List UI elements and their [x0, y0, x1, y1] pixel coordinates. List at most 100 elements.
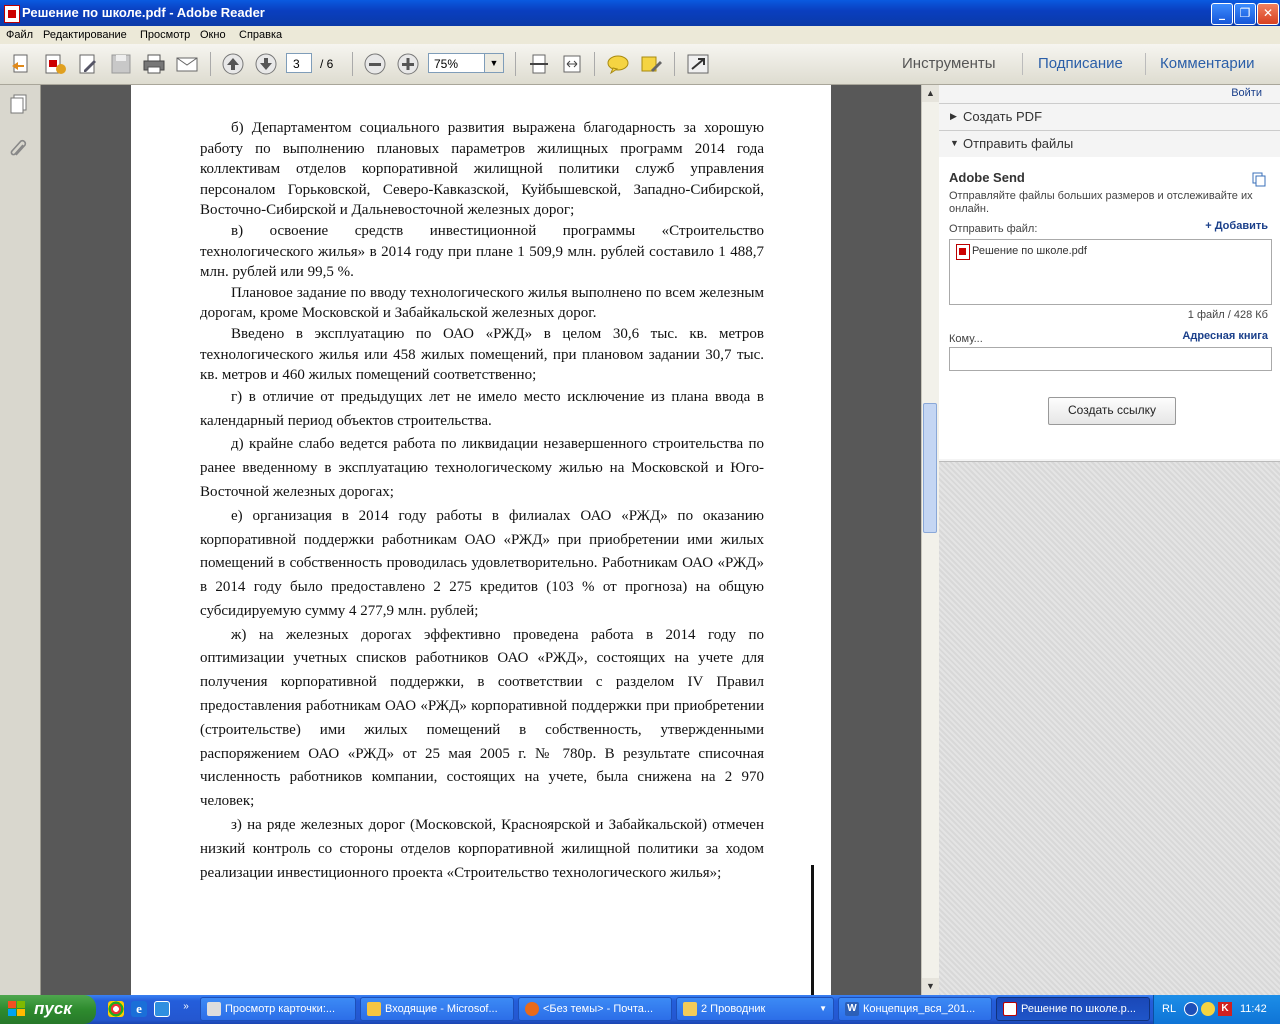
zoom-in-icon[interactable] [396, 52, 420, 76]
system-tray: RL K 11:42 [1153, 995, 1280, 1024]
clock[interactable]: 11:42 [1240, 1003, 1267, 1015]
minimize-button[interactable]: _ [1211, 3, 1233, 25]
zoom-out-icon[interactable] [363, 52, 387, 76]
taskbar-item[interactable]: 2 Проводник ▼ [676, 997, 834, 1021]
menu-bar: Файл Редактирование Просмотр Окно Справк… [0, 26, 1280, 44]
add-file-link[interactable]: + Добавить [1205, 220, 1268, 232]
menu-view[interactable]: Просмотр [140, 29, 190, 41]
file-list[interactable]: Решение по школе.pdf [949, 239, 1272, 305]
toolbar: 3 / 6 75% ▼ Инструменты Подписание Комме… [0, 44, 1280, 85]
chevron-down-icon[interactable]: ▼ [484, 54, 503, 72]
chevron-down-icon: ▼ [819, 1004, 827, 1013]
previous-page-icon[interactable] [221, 52, 245, 76]
taskbar-item[interactable]: Входящие - Microsof... [360, 997, 514, 1021]
navigation-pane [0, 85, 41, 995]
word-icon: W [845, 1002, 859, 1016]
create-pdf-section[interactable]: ▶ Создать PDF [939, 103, 1280, 130]
window-title: Решение по школе.pdf - Adobe Reader [22, 5, 265, 20]
antivirus-icon[interactable]: K [1218, 1002, 1232, 1016]
full-screen-icon[interactable] [686, 52, 710, 76]
paragraph-e: е) организация в 2014 году работы в фили… [200, 507, 764, 619]
maximize-button[interactable]: ❐ [1234, 3, 1256, 25]
chevron-right-icon: ▶ [950, 111, 957, 121]
pdf-file-icon [956, 244, 970, 260]
scroll-up-icon[interactable]: ▲ [922, 85, 939, 102]
tools-pane-content: Войти ▶ Создать PDF ▼ Отправить файлы Ad… [939, 85, 1280, 462]
page-total: / 6 [320, 57, 334, 71]
start-button[interactable]: пуск [0, 995, 96, 1024]
pdf-page: б) Департаментом социального развития вы… [131, 85, 831, 995]
scan-margin-line [811, 865, 814, 995]
page-thumbnails-icon[interactable] [9, 93, 31, 115]
address-book-link[interactable]: Адресная книга [1182, 330, 1268, 342]
language-indicator[interactable]: RL [1162, 1003, 1176, 1015]
create-pdf-label: Создать PDF [963, 109, 1043, 124]
send-files-label: Отправить файлы [963, 136, 1074, 151]
outlook-icon [367, 1002, 381, 1016]
print-icon[interactable] [142, 52, 166, 76]
page-text: б) Департаментом социального развития вы… [200, 118, 764, 885]
highlight-icon[interactable] [639, 52, 663, 76]
show-desktop-icon[interactable] [154, 1001, 170, 1017]
tab-comments[interactable]: Комментарии [1160, 55, 1254, 72]
edit-icon[interactable] [76, 52, 100, 76]
sign-in-link[interactable]: Войти [1231, 87, 1262, 99]
adobe-reader-icon [4, 5, 20, 23]
zoom-select[interactable]: 75% ▼ [428, 53, 504, 73]
taskbar-item-label: <Без темы> - Почта... [543, 1003, 654, 1015]
taskbar-item[interactable]: W Концепция_вся_201... [838, 997, 992, 1021]
taskbar: пуск e » Просмотр карточки:... Входящие … [0, 995, 1280, 1024]
adobe-send-description: Отправляйте файлы больших размеров и отс… [949, 190, 1253, 215]
fit-page-icon[interactable] [527, 52, 551, 76]
adobe-reader-icon [1003, 1002, 1017, 1016]
copy-icon[interactable] [1251, 171, 1267, 187]
to-label: Кому... [949, 333, 983, 345]
window-icon [207, 1002, 221, 1016]
folder-icon [683, 1002, 697, 1016]
scroll-down-icon[interactable]: ▼ [922, 978, 939, 995]
open-icon[interactable] [10, 52, 34, 76]
recipient-input[interactable] [949, 347, 1272, 371]
menu-file[interactable]: Файл [6, 29, 33, 41]
menu-edit[interactable]: Редактирование [43, 29, 127, 41]
send-files-section[interactable]: ▼ Отправить файлы [939, 130, 1280, 157]
page-number-input[interactable]: 3 [286, 53, 312, 73]
save-icon[interactable] [109, 52, 133, 76]
document-scrollbar[interactable]: ▲ ▼ [921, 85, 939, 995]
scroll-thumb[interactable] [923, 403, 937, 533]
menu-window[interactable]: Окно [200, 29, 226, 41]
messenger-icon[interactable] [1201, 1002, 1215, 1016]
taskbar-item[interactable]: Просмотр карточки:... [200, 997, 356, 1021]
paragraph-v: в) освоение средств инвестиционной прогр… [200, 222, 764, 281]
taskbar-item-active[interactable]: Решение по школе.p... [996, 997, 1150, 1021]
paragraph-zh: ж) на железных дорогах эффективно провед… [200, 626, 764, 810]
windows-logo-icon [8, 1001, 25, 1016]
chrome-icon[interactable] [108, 1001, 124, 1017]
tab-tools[interactable]: Инструменты [902, 55, 996, 72]
comment-icon[interactable] [606, 52, 630, 76]
tools-pane: Войти ▶ Создать PDF ▼ Отправить файлы Ad… [939, 85, 1280, 995]
tab-sign[interactable]: Подписание [1038, 55, 1123, 72]
zoom-value: 75% [434, 57, 459, 71]
email-icon[interactable] [175, 52, 199, 76]
menu-help[interactable]: Справка [239, 29, 282, 41]
file-list-item[interactable]: Решение по школе.pdf [972, 245, 1087, 257]
file-summary: 1 файл / 428 Кб [1187, 309, 1268, 321]
close-button[interactable]: ✕ [1257, 3, 1279, 25]
send-file-label: Отправить файл: [949, 223, 1038, 235]
next-page-icon[interactable] [254, 52, 278, 76]
fit-width-icon[interactable] [560, 52, 584, 76]
more-quicklaunch-icon[interactable]: » [178, 1001, 194, 1017]
paragraph-vvedeno: Введено в эксплуатацию по ОАО «РЖД» в це… [200, 325, 764, 384]
paragraph-b: б) Департаментом социального развития вы… [200, 120, 764, 219]
document-view[interactable]: б) Департаментом социального развития вы… [41, 85, 921, 995]
taskbar-item-label: Входящие - Microsof... [385, 1003, 498, 1015]
title-bar: Решение по школе.pdf - Adobe Reader _ ❐ … [0, 0, 1280, 26]
attachments-icon[interactable] [9, 137, 31, 159]
taskbar-item[interactable]: <Без темы> - Почта... [518, 997, 672, 1021]
internet-explorer-icon[interactable]: e [131, 1001, 147, 1017]
create-link-button[interactable]: Создать ссылку [1048, 397, 1176, 425]
paragraph-g: г) в отличие от предыдущих лет не имело … [200, 388, 764, 429]
create-pdf-icon[interactable] [43, 52, 67, 76]
network-icon[interactable] [1184, 1002, 1198, 1016]
